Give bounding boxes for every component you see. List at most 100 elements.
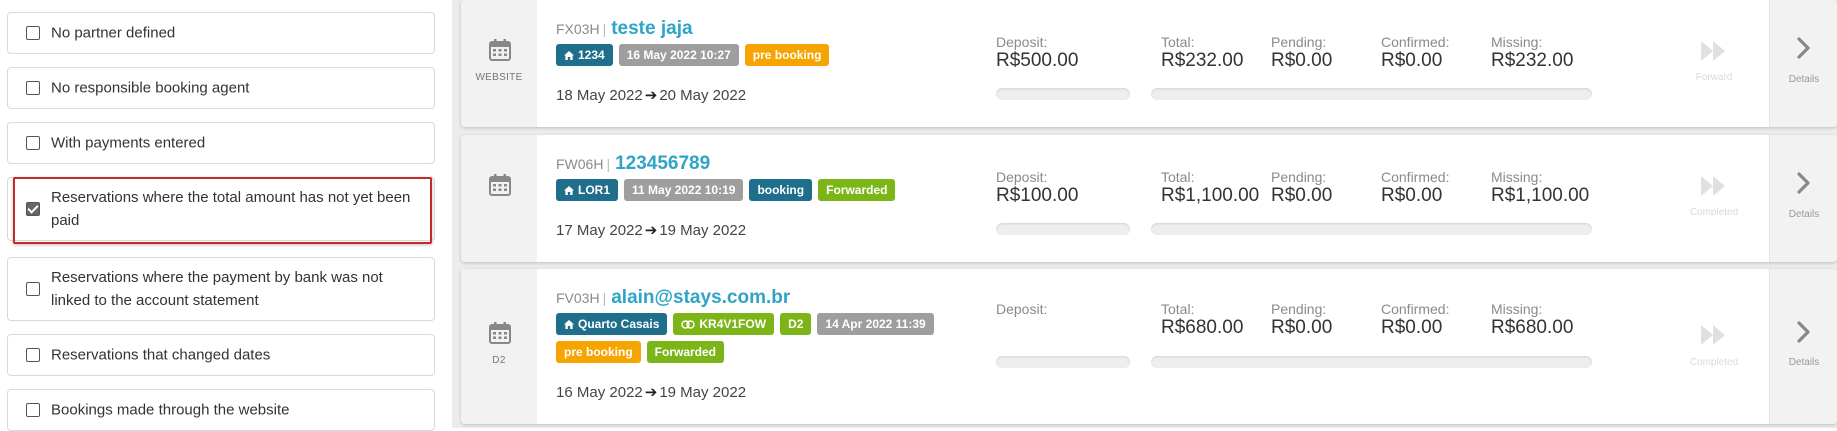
guest-name-link[interactable]: teste jaja	[611, 18, 692, 39]
deposit-metric: Deposit: R$100.00	[996, 169, 1078, 207]
reservation-tag: LOR1	[556, 179, 619, 201]
calendar-panel	[461, 135, 537, 262]
missing-value: R$232.00	[1491, 50, 1574, 71]
deposit-progress-bar	[996, 88, 1130, 100]
filter-option[interactable]: With payments entered	[7, 122, 435, 164]
tag-text: KR4V1FOW	[699, 317, 767, 331]
filter-checkbox[interactable]	[26, 403, 40, 417]
reservation-card[interactable]: D2 FV03H | alain@stays.com.br Quarto Casais K…	[461, 269, 1837, 424]
reservation-header: FW06H | 123456789	[556, 153, 710, 175]
filter-option[interactable]: No partner defined	[7, 12, 435, 54]
total-label: Total:	[1161, 169, 1195, 185]
fast-forward-icon	[1701, 325, 1727, 345]
tag-text: booking	[757, 183, 805, 197]
filter-label: Reservations that changed dates	[51, 346, 271, 364]
details-label: Details	[1788, 357, 1820, 368]
filter-checkbox[interactable]	[26, 26, 40, 40]
guest-name-link[interactable]: 123456789	[615, 153, 710, 174]
reservation-card[interactable]: WEBSITE FX03H | teste jaja 1234 16 May 2022 1…	[461, 0, 1837, 127]
fast-forward-icon	[1701, 41, 1727, 61]
filter-checkbox[interactable]	[26, 136, 40, 150]
calendar-icon	[488, 38, 512, 62]
pending-metric: Pending: R$0.00	[1271, 301, 1332, 339]
tag-text: LOR1	[578, 183, 611, 197]
checkout-date: 19 May 2022	[659, 222, 747, 239]
deposit-label: Deposit:	[996, 34, 1048, 50]
forward-action-button[interactable]: Completed	[1683, 269, 1745, 424]
forward-action-button[interactable]: Forward	[1683, 0, 1745, 127]
tag-text: 14 Apr 2022 11:39	[825, 317, 926, 331]
forward-action-label: Completed	[1689, 207, 1739, 218]
stay-dates: 16 May 2022 ➔ 19 May 2022	[556, 383, 746, 401]
calendar-icon	[488, 173, 512, 197]
reservation-card[interactable]: FW06H | 123456789 LOR1 11 May 2022 10:19 book…	[461, 135, 1837, 262]
stay-dates: 17 May 2022 ➔ 19 May 2022	[556, 221, 746, 239]
home-icon	[564, 185, 574, 195]
chevron-right-icon	[1797, 321, 1811, 343]
guest-name-link[interactable]: alain@stays.com.br	[611, 287, 790, 308]
checkout-date: 20 May 2022	[659, 87, 747, 104]
total-label: Total:	[1161, 34, 1195, 50]
missing-value: R$680.00	[1491, 317, 1574, 338]
filter-label: No responsible booking agent	[51, 79, 250, 97]
pending-metric: Pending: R$0.00	[1271, 34, 1332, 72]
filter-option[interactable]: No responsible booking agent	[7, 67, 435, 109]
deposit-label: Deposit:	[996, 169, 1048, 185]
tag-text: 1234	[578, 48, 605, 62]
chevron-right-icon	[1797, 37, 1811, 59]
filter-option[interactable]: Reservations where the payment by bank w…	[7, 257, 435, 321]
reservation-tag: D2	[780, 313, 812, 335]
calendar-panel: D2	[461, 269, 537, 424]
pending-label: Pending:	[1271, 169, 1327, 185]
reservation-tag: Forwarded	[646, 341, 725, 363]
checkout-date: 19 May 2022	[659, 384, 747, 401]
tag-text: Forwarded	[654, 345, 717, 359]
forward-action-button[interactable]: Completed	[1683, 135, 1745, 262]
filter-option[interactable]: Bookings made through the website	[7, 389, 435, 431]
filter-option[interactable]: Reservations that changed dates	[7, 334, 435, 376]
missing-metric: Missing: R$1,100.00	[1491, 169, 1589, 207]
total-value: R$1,100.00	[1161, 185, 1260, 206]
details-label: Details	[1788, 209, 1820, 220]
pending-value: R$0.00	[1271, 185, 1333, 206]
checkin-date: 17 May 2022	[556, 222, 643, 239]
total-metric: Total: R$680.00	[1161, 301, 1243, 339]
filter-option[interactable]: Reservations where the total amount has …	[7, 177, 435, 241]
filter-checkbox[interactable]	[26, 81, 40, 95]
confirmed-label: Confirmed:	[1381, 169, 1450, 185]
total-label: Total:	[1161, 301, 1195, 317]
tag-list: Quarto Casais KR4V1FOW D2 14 Apr 2022 11:39…	[556, 313, 976, 363]
tag-text: Forwarded	[826, 183, 888, 197]
calendar-icon	[488, 321, 512, 345]
filter-label: Bookings made through the website	[51, 401, 290, 419]
confirmed-label: Confirmed:	[1381, 301, 1450, 317]
deposit-metric: Deposit: R$500.00	[996, 34, 1078, 72]
tag-text: pre booking	[752, 48, 822, 62]
home-icon	[564, 50, 574, 60]
total-metric: Total: R$1,100.00	[1161, 169, 1259, 207]
arrow-right-icon: ➔	[644, 87, 658, 104]
details-button[interactable]: Details	[1769, 269, 1837, 424]
reservation-header: FV03H | alain@stays.com.br	[556, 287, 790, 309]
filter-checkbox[interactable]	[26, 348, 40, 362]
confirmed-metric: Confirmed: R$0.00	[1381, 34, 1449, 72]
total-metric: Total: R$232.00	[1161, 34, 1243, 72]
pending-metric: Pending: R$0.00	[1271, 169, 1332, 207]
filter-checkbox[interactable]	[26, 202, 40, 216]
checkin-date: 16 May 2022	[556, 384, 643, 401]
details-button[interactable]: Details	[1769, 0, 1837, 127]
calendar-panel: WEBSITE	[461, 0, 537, 127]
reservation-code: FV03H	[556, 290, 600, 306]
checkin-date: 18 May 2022	[556, 87, 643, 104]
reservation-code: FW06H	[556, 156, 604, 172]
filter-checkbox[interactable]	[26, 282, 40, 296]
details-button[interactable]: Details	[1769, 135, 1837, 262]
tag-list: 1234 16 May 2022 10:27 pre booking	[556, 44, 976, 66]
payment-progress-bar	[1151, 88, 1592, 100]
tag-text: 16 May 2022 10:27	[626, 48, 731, 62]
deposit-value: R$100.00	[996, 185, 1079, 206]
fast-forward-icon	[1701, 176, 1727, 196]
stay-dates: 18 May 2022 ➔ 20 May 2022	[556, 86, 746, 104]
total-value: R$232.00	[1161, 50, 1244, 71]
reservation-tag: Forwarded	[818, 179, 896, 201]
